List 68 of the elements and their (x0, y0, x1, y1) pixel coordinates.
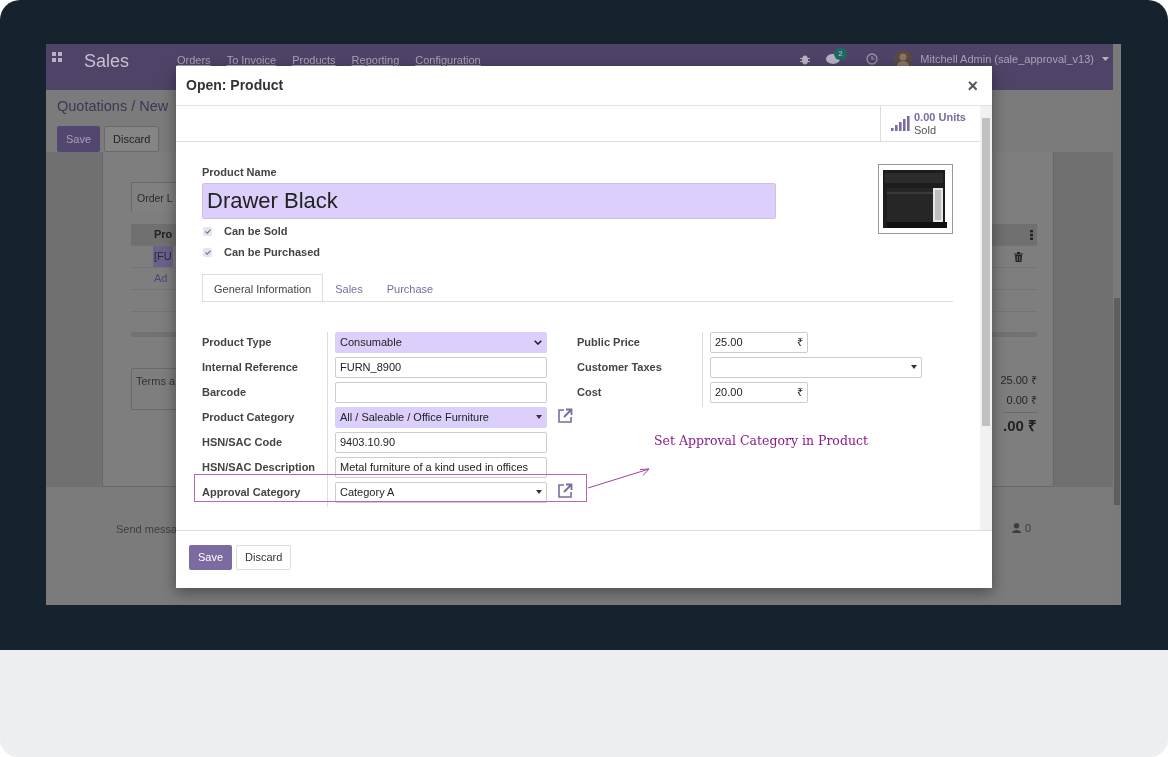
annotation-text: Set Approval Category in Product (654, 432, 868, 450)
caret-icon (536, 415, 542, 419)
menu-item[interactable]: Orders (177, 52, 211, 69)
external-link-icon[interactable] (557, 407, 573, 424)
caret-icon[interactable] (1102, 57, 1109, 61)
input-field[interactable]: 9403.10.90 (335, 431, 547, 453)
input-field[interactable]: Metal furniture of a kind used in offices (335, 456, 547, 478)
dialog-title: Open: Product (186, 76, 284, 95)
input-field[interactable] (335, 381, 547, 403)
scrollbar[interactable] (980, 106, 992, 530)
table-cell: [FU (153, 246, 173, 267)
field-label: HSN/SAC Description (202, 456, 328, 482)
caret-icon (536, 490, 542, 494)
field-label: Internal Reference (202, 356, 328, 382)
bug-icon[interactable] (800, 53, 811, 65)
checkbox-label: Can be Sold (224, 223, 288, 239)
amount: 25.00 ₹ (1000, 373, 1037, 388)
trash-icon[interactable] (1014, 251, 1023, 262)
field-label: Product Type (202, 331, 328, 357)
discard-button[interactable]: Discard (236, 545, 292, 570)
dropdown-field[interactable]: Category A (335, 481, 547, 503)
menu-item[interactable]: Configuration (415, 52, 481, 69)
external-link-icon[interactable] (557, 482, 573, 499)
person-icon[interactable] (1011, 523, 1021, 533)
input-field[interactable]: FURN_8900 (335, 356, 547, 378)
send-message-link[interactable]: Send messa (116, 521, 178, 605)
field-label: Product Name (202, 165, 278, 180)
field-label: Cost (577, 381, 703, 407)
save-button[interactable]: Save (189, 545, 233, 570)
bar-chart-icon (891, 116, 910, 131)
discard-button[interactable]: Discard (104, 125, 160, 153)
input-field[interactable]: 25.00 ₹ (710, 331, 808, 353)
total-amount: .00 ₹ (1002, 412, 1037, 438)
kebab-icon[interactable] (1030, 229, 1033, 240)
currency-symbol: ₹ (797, 334, 803, 350)
select-field[interactable]: Consumable (335, 331, 547, 353)
menu-item[interactable]: Reporting (351, 52, 400, 69)
close-button[interactable]: × (963, 76, 982, 95)
field-label: HSN/SAC Code (202, 431, 328, 457)
caret-icon (911, 365, 917, 369)
field-label: Product Category (202, 406, 328, 432)
app-title: Sales (84, 50, 131, 73)
field-label: Barcode (202, 381, 328, 407)
user-name[interactable]: Mitchell Admin (sale_approval_v13) (920, 50, 1094, 68)
checkbox-label: Can be Purchased (224, 244, 320, 260)
column-header: Pro (154, 227, 173, 243)
input-field[interactable]: 20.00 ₹ (710, 381, 808, 403)
clock-icon[interactable] (866, 53, 879, 65)
field-label: Public Price (577, 331, 703, 357)
tab[interactable]: Sales (323, 273, 375, 301)
field-label: Approval Category (202, 481, 328, 507)
menu-item[interactable]: To Invoice (226, 52, 277, 69)
dropdown-field[interactable] (710, 356, 922, 378)
amount: 0.00 ₹ (1006, 393, 1037, 408)
tab[interactable]: General Information (202, 273, 324, 301)
product-name-field[interactable]: Drawer Black (202, 182, 776, 219)
apps-menu-icon[interactable] (52, 52, 62, 62)
annotation-arrow (587, 467, 651, 489)
menu-item[interactable]: Products (292, 52, 336, 69)
checkbox[interactable] (203, 247, 212, 257)
chat-count: 2 (834, 47, 847, 60)
tab[interactable]: Purchase (374, 273, 446, 301)
field-label: Customer Taxes (577, 356, 703, 382)
currency-symbol: ₹ (797, 384, 803, 400)
save-button[interactable]: Save (57, 125, 101, 153)
chevron-icon (534, 339, 542, 345)
dropdown-field[interactable]: All / Saleable / Office Furniture (335, 406, 547, 428)
checkbox[interactable] (203, 226, 212, 236)
